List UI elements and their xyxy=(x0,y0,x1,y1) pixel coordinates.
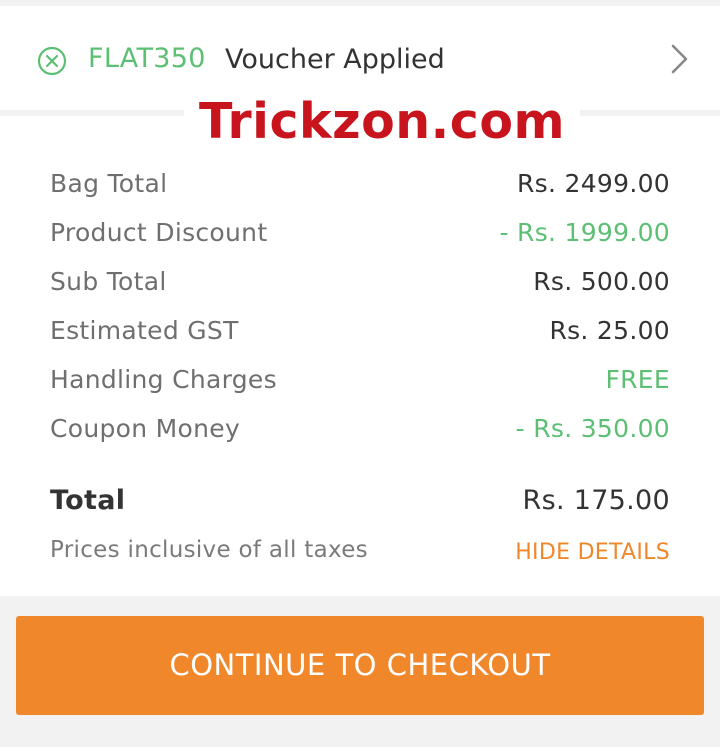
row-total: Total Rs. 175.00 xyxy=(50,485,670,525)
total-label: Total xyxy=(50,485,126,516)
voucher-code: FLAT350 xyxy=(88,43,206,74)
product-discount-label: Product Discount xyxy=(50,218,268,247)
row-product-discount: Product Discount - Rs. 1999.00 xyxy=(50,218,670,258)
row-handling-charges: Handling Charges FREE xyxy=(50,365,670,405)
row-bag-total: Bag Total Rs. 2499.00 xyxy=(50,169,670,209)
total-value: Rs. 175.00 xyxy=(522,485,670,516)
sub-total-label: Sub Total xyxy=(50,267,167,296)
row-tax-note: Prices inclusive of all taxes HIDE DETAI… xyxy=(50,537,670,577)
price-summary: Bag Total Rs. 2499.00 Product Discount -… xyxy=(0,116,720,596)
coupon-money-label: Coupon Money xyxy=(50,414,241,443)
watermark: Trickzon.com xyxy=(184,92,580,152)
product-discount-value: - Rs. 1999.00 xyxy=(499,218,670,247)
bag-total-value: Rs. 2499.00 xyxy=(517,169,670,198)
continue-to-checkout-button[interactable]: CONTINUE TO CHECKOUT xyxy=(16,616,704,715)
handling-charges-label: Handling Charges xyxy=(50,365,277,394)
bag-total-label: Bag Total xyxy=(50,169,168,198)
circle-x-icon[interactable] xyxy=(37,46,67,76)
sub-total-value: Rs. 500.00 xyxy=(533,267,670,296)
chevron-right-icon[interactable] xyxy=(668,42,692,76)
estimated-gst-value: Rs. 25.00 xyxy=(549,316,670,345)
row-coupon-money: Coupon Money - Rs. 350.00 xyxy=(50,414,670,454)
handling-charges-value: FREE xyxy=(605,365,670,394)
estimated-gst-label: Estimated GST xyxy=(50,316,239,345)
row-estimated-gst: Estimated GST Rs. 25.00 xyxy=(50,316,670,356)
coupon-money-value: - Rs. 350.00 xyxy=(515,414,670,443)
row-sub-total: Sub Total Rs. 500.00 xyxy=(50,267,670,307)
tax-note: Prices inclusive of all taxes xyxy=(50,537,368,563)
hide-details-link[interactable]: HIDE DETAILS xyxy=(515,540,670,565)
voucher-status: Voucher Applied xyxy=(225,44,445,75)
